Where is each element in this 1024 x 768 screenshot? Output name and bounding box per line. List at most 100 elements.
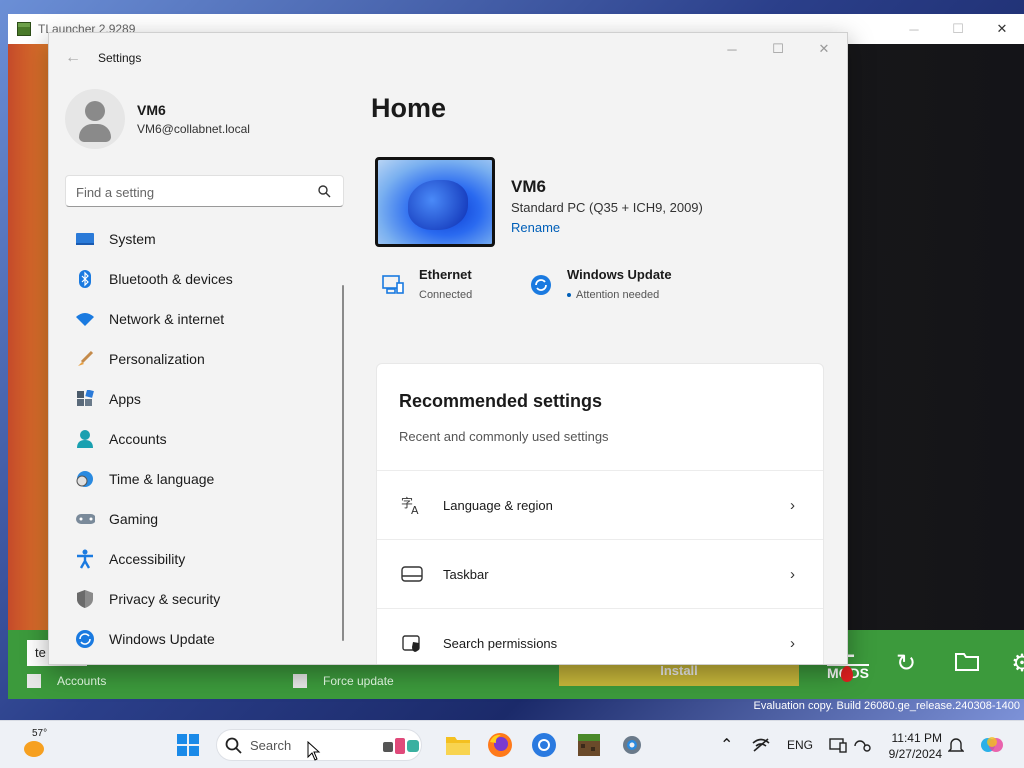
ethernet-title: Ethernet — [419, 267, 472, 282]
settings-minimize-button[interactable]: ─ — [709, 33, 755, 65]
windows-update-title: Windows Update — [567, 267, 672, 282]
windows-update-icon — [531, 275, 551, 295]
nav-scrollbar[interactable] — [342, 285, 344, 641]
settings-window: ← Settings ─ ☐ ✕ VM6 VM6@collabnet.local… — [48, 32, 848, 665]
recommended-item-taskbar[interactable]: Taskbar › — [377, 539, 823, 608]
globe-clock-icon — [75, 469, 95, 489]
apps-icon — [75, 389, 95, 409]
recommended-subtitle: Recent and commonly used settings — [399, 429, 609, 444]
taskbar: 57° Search ⌃ ENG 11:41 PM 9/27/2024 — [0, 720, 1024, 768]
ethernet-status[interactable]: Ethernet Connected — [381, 267, 472, 301]
settings-gear-icon[interactable]: ⚙ — [1008, 650, 1024, 678]
sidebar-item-label: Network & internet — [109, 311, 225, 327]
taskbar-clock[interactable]: 11:41 PM 9/27/2024 — [880, 730, 942, 762]
settings-close-button[interactable]: ✕ — [801, 33, 847, 65]
sidebar-item-privacy[interactable]: Privacy & security — [65, 579, 345, 619]
sidebar-item-label: Gaming — [109, 511, 159, 527]
taskbar-icon — [401, 563, 423, 585]
language-icon: 字A — [401, 494, 423, 516]
sidebar-item-bluetooth[interactable]: Bluetooth & devices — [65, 259, 345, 299]
search-icon — [225, 737, 242, 754]
sidebar-item-label: System — [109, 231, 156, 247]
file-explorer-icon[interactable] — [444, 731, 472, 759]
recommended-settings-card: Recommended settings Recent and commonly… — [376, 363, 824, 664]
weather-widget[interactable]: 57° — [22, 728, 50, 761]
recommended-item-search-permissions[interactable]: Search permissions › — [377, 608, 823, 664]
sidebar-item-personalization[interactable]: Personalization — [65, 339, 345, 379]
sidebar-item-label: Personalization — [109, 351, 205, 367]
accounts-checkbox[interactable]: Accounts — [27, 674, 106, 688]
sidebar-item-label: Time & language — [109, 471, 215, 487]
sidebar-item-time-language[interactable]: Time & language — [65, 459, 345, 499]
weather-icon — [24, 741, 44, 757]
map-pin-icon — [841, 666, 853, 682]
wifi-icon — [75, 309, 95, 329]
update-icon — [75, 629, 95, 649]
recommended-item-label: Language & region — [443, 497, 553, 513]
force-update-checkbox-box[interactable] — [293, 674, 307, 688]
show-hidden-icons-button[interactable]: ⌃ — [720, 721, 733, 768]
user-email: VM6@collabnet.local — [137, 122, 250, 136]
force-update-checkbox[interactable]: Force update — [293, 674, 394, 688]
search-icon[interactable] — [317, 184, 331, 198]
settings-titlebar[interactable]: ← Settings ─ ☐ ✕ — [49, 33, 847, 81]
sidebar-item-accessibility[interactable]: Accessibility — [65, 539, 345, 579]
start-button[interactable] — [174, 731, 202, 759]
accounts-checkbox-box[interactable] — [27, 674, 41, 688]
device-name: VM6 — [511, 177, 546, 196]
ethernet-icon — [382, 275, 404, 294]
windows-logo-icon — [177, 734, 199, 756]
firefox-icon[interactable] — [486, 731, 514, 759]
back-arrow-icon[interactable]: ← — [65, 49, 81, 67]
chevron-right-icon: › — [790, 565, 795, 583]
mouse-cursor-icon — [307, 741, 321, 761]
sidebar-item-gaming[interactable]: Gaming — [65, 499, 345, 539]
notification-bell-icon[interactable] — [948, 721, 964, 768]
display-tray-icon[interactable] — [829, 721, 847, 768]
sound-tray-icon[interactable] — [853, 721, 871, 768]
device-wallpaper-thumbnail — [375, 157, 495, 247]
accounts-checkbox-label: Accounts — [57, 674, 107, 688]
sidebar-item-windows-update[interactable]: Windows Update — [65, 619, 345, 659]
language-indicator[interactable]: ENG — [787, 721, 813, 768]
evaluation-watermark: Evaluation copy. Build 26080.ge_release.… — [753, 700, 1020, 712]
accounts-icon — [75, 429, 95, 449]
rename-link[interactable]: Rename — [511, 220, 560, 235]
tlauncher-maximize-button[interactable]: ☐ — [936, 14, 980, 44]
sidebar-item-system[interactable]: System — [65, 219, 345, 259]
device-model: Standard PC (Q35 + ICH9, 2009) — [511, 200, 703, 215]
tlauncher-logo-icon — [17, 22, 31, 36]
install-button[interactable]: Install — [559, 664, 799, 686]
gamepad-icon — [75, 509, 95, 529]
search-highlight-icon — [383, 738, 419, 754]
brush-icon — [75, 349, 95, 369]
tlauncher-close-button[interactable]: ✕ — [980, 14, 1024, 44]
recommended-item-label: Taskbar — [443, 566, 489, 582]
windows-update-status[interactable]: Windows Update Attention needed — [529, 267, 672, 301]
sidebar-item-accounts[interactable]: Accounts — [65, 419, 345, 459]
settings-app-icon[interactable] — [618, 731, 646, 759]
chrome-icon[interactable] — [530, 731, 558, 759]
avatar — [65, 89, 125, 149]
sidebar-item-apps[interactable]: Apps — [65, 379, 345, 419]
system-icon — [75, 229, 95, 249]
sidebar-item-label: Apps — [109, 391, 141, 407]
tlauncher-minimize-button[interactable]: ─ — [892, 14, 936, 44]
copilot-icon[interactable] — [980, 721, 1004, 768]
user-profile[interactable]: VM6 VM6@collabnet.local — [65, 89, 250, 149]
settings-maximize-button[interactable]: ☐ — [755, 33, 801, 65]
minecraft-icon[interactable] — [575, 731, 603, 759]
refresh-icon[interactable]: ↻ — [892, 650, 920, 678]
find-setting-search[interactable] — [65, 175, 344, 207]
user-name: VM6 — [137, 102, 166, 118]
clock-time: 11:41 PM — [891, 731, 942, 745]
recommended-item-language-region[interactable]: 字A Language & region › — [377, 470, 823, 539]
network-tray-icon[interactable] — [752, 721, 770, 768]
folder-icon[interactable] — [953, 650, 981, 678]
sidebar-item-network[interactable]: Network & internet — [65, 299, 345, 339]
svg-text:A: A — [411, 504, 419, 515]
find-setting-input[interactable] — [76, 182, 306, 202]
shield-icon — [75, 589, 95, 609]
sidebar-item-label: Accessibility — [109, 551, 186, 567]
windows-update-status-text: Attention needed — [576, 289, 660, 301]
